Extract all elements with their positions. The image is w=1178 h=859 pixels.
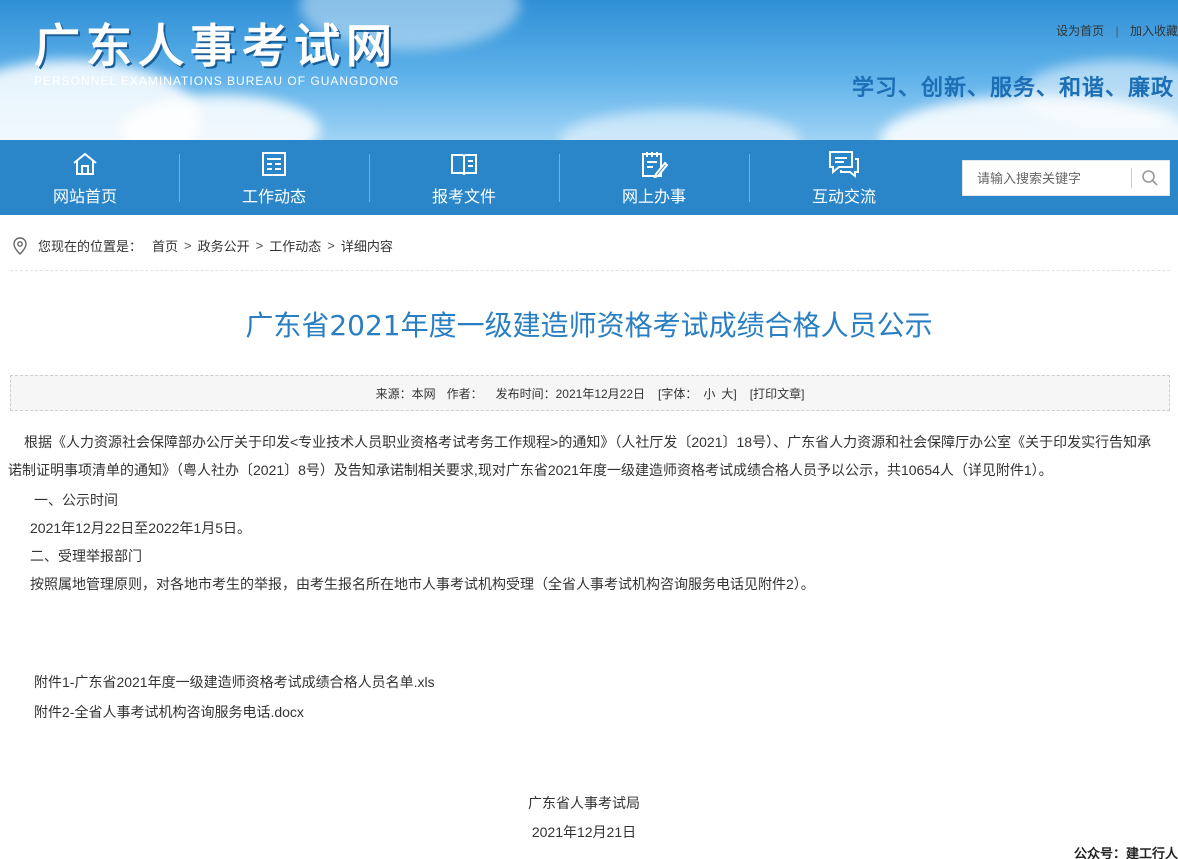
article-title: 广东省2021年度一级建造师资格考试成绩合格人员公示 bbox=[245, 309, 933, 342]
header-banner: 广东人事考试网 PERSONNEL EXAMINATIONS BUREAU OF… bbox=[0, 0, 1178, 140]
site-logo-subtitle: PERSONNEL EXAMINATIONS BUREAU OF GUANGDO… bbox=[34, 74, 400, 88]
issuer-signature: 广东省人事考试局 bbox=[528, 795, 640, 811]
breadcrumb-government-affairs[interactable]: 政务公开 bbox=[198, 236, 250, 255]
clipboard-pen-icon bbox=[640, 149, 668, 179]
nav-item-online-services[interactable]: 网上办事 bbox=[559, 140, 749, 215]
site-logo-title[interactable]: 广东人事考试网 bbox=[34, 10, 398, 76]
chat-bubbles-icon bbox=[827, 149, 861, 179]
font-small-button[interactable]: 小 bbox=[703, 385, 715, 402]
nav-item-home[interactable]: 网站首页 bbox=[0, 140, 180, 215]
article-body: 根据《人力资源社会保障部办公厅关于印发<专业技术人员职业资格考试考务工作规程>的… bbox=[8, 428, 1170, 598]
article-meta-bar: 来源：本网 作者： 发布时间：2021年12月22日 [字体： 小 大] [打印… bbox=[10, 375, 1170, 411]
set-homepage-link[interactable]: 设为首页 bbox=[1056, 24, 1104, 38]
print-article-button[interactable]: [打印文章] bbox=[750, 385, 805, 402]
breadcrumb-separator: > bbox=[184, 238, 192, 253]
nav-item-label: 互动交流 bbox=[811, 188, 876, 206]
breadcrumb-current: 详细内容 bbox=[340, 239, 393, 254]
section-heading: 二、受理举报部门 bbox=[30, 548, 142, 564]
news-list-icon bbox=[261, 149, 287, 179]
search-input[interactable] bbox=[963, 161, 1131, 195]
nav-item-label: 报考文件 bbox=[431, 188, 496, 206]
nav-item-label: 工作动态 bbox=[241, 188, 306, 206]
nav-item-exam-docs[interactable]: 报考文件 bbox=[369, 140, 559, 215]
add-favorite-link[interactable]: 加入收藏 bbox=[1130, 24, 1178, 38]
site-slogan: 学习、创新、服务、和谐、廉政 bbox=[852, 75, 1175, 100]
breadcrumb-work-news[interactable]: 工作动态 bbox=[269, 236, 321, 255]
article-paragraph: 按照属地管理原则，对各地市考生的举报，由考生报名所在地市人事考试机构受理（全省人… bbox=[30, 576, 815, 592]
home-icon bbox=[71, 149, 99, 179]
attachment-link-1[interactable]: 附件1-广东省2021年度一级建造师资格考试成绩合格人员名单.xls bbox=[34, 672, 435, 692]
nav-item-label: 网上办事 bbox=[621, 188, 686, 206]
watermark-text: 公众号：建工行人 bbox=[1073, 846, 1178, 859]
cloud-decoration bbox=[560, 110, 800, 140]
breadcrumb-divider bbox=[10, 270, 1170, 271]
attachment-link-2[interactable]: 附件2-全省人事考试机构咨询服务电话.docx bbox=[34, 702, 304, 722]
article-author: 作者： bbox=[446, 386, 483, 401]
top-links: 设为首页 | 加入收藏 bbox=[1056, 22, 1178, 39]
article-publish-time: 发布时间：2021年12月22日 bbox=[495, 386, 646, 401]
breadcrumb-separator: > bbox=[255, 238, 264, 253]
nav-item-work-news[interactable]: 工作动态 bbox=[179, 140, 369, 215]
book-icon bbox=[450, 149, 478, 179]
issue-date: 2021年12月21日 bbox=[531, 824, 637, 840]
search-icon bbox=[1142, 170, 1159, 186]
nav-item-label: 网站首页 bbox=[52, 188, 117, 206]
article-source: 来源：本网 bbox=[375, 386, 436, 401]
font-large-button[interactable]: 大] bbox=[721, 385, 736, 402]
breadcrumb-prefix: 您现在的位置是： bbox=[38, 239, 143, 254]
breadcrumb-home[interactable]: 首页 bbox=[152, 236, 178, 255]
breadcrumb-separator: > bbox=[327, 238, 335, 253]
location-pin-icon bbox=[12, 236, 28, 255]
search-button[interactable] bbox=[1132, 161, 1169, 195]
nav-item-interaction[interactable]: 互动交流 bbox=[749, 140, 939, 215]
breadcrumb: 您现在的位置是： 首页 > 政务公开 > 工作动态 > 详细内容 bbox=[12, 236, 393, 255]
font-size-label: [字体： bbox=[658, 386, 698, 401]
article-paragraph: 2021年12月22日至2022年1月5日。 bbox=[30, 520, 252, 536]
section-heading: 一、公示时间 bbox=[34, 492, 118, 508]
top-link-separator: | bbox=[1115, 24, 1119, 38]
article-paragraph-text: 根据《人力资源社会保障部办公厅关于印发<专业技术人员职业资格考试考务工作规程>的… bbox=[8, 434, 1152, 478]
article-paragraph: 根据《人力资源社会保障部办公厅关于印发<专业技术人员职业资格考试考务工作规程>的… bbox=[8, 428, 1158, 484]
search-box bbox=[962, 160, 1170, 196]
